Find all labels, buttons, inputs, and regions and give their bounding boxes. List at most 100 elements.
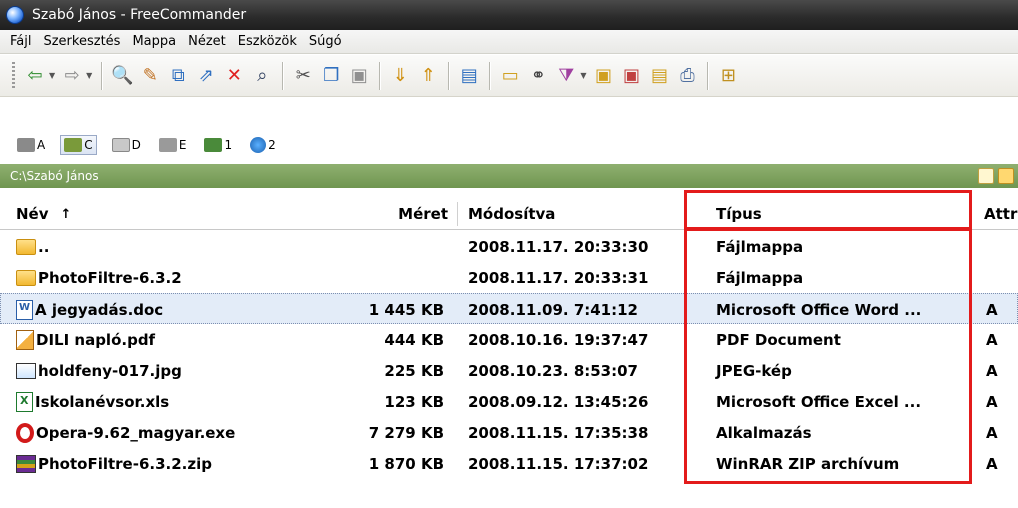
column-size-label: Méret xyxy=(398,205,448,223)
back-dropdown-icon[interactable]: ▼ xyxy=(49,71,55,80)
file-size: 444 KB xyxy=(384,330,444,349)
file-name: PhotoFiltre-6.3.2.zip xyxy=(38,454,212,473)
filter-dropdown-icon[interactable]: ▼ xyxy=(580,71,586,80)
file-name: .. xyxy=(38,237,50,256)
drive-letter: D xyxy=(131,138,141,152)
forward-arrow-icon[interactable]: ⇨ xyxy=(59,63,85,89)
column-attr[interactable]: Attr xyxy=(984,198,1017,230)
excel-icon xyxy=(16,391,33,412)
favorite-folder-icon[interactable]: ▣ xyxy=(590,63,616,89)
unpack-icon[interactable]: ⇑ xyxy=(415,63,441,89)
drive-a-button[interactable]: A xyxy=(14,136,48,154)
folder-size-icon[interactable]: ▣ xyxy=(618,63,644,89)
floppy-drive-icon xyxy=(17,138,35,152)
pack-icon[interactable]: ⇓ xyxy=(387,63,413,89)
file-attr: A xyxy=(986,300,998,319)
toolbar: ⇦ ▼ ⇨ ▼ 🔍 ✎ ⧉ ⇗ ✕ ⌕ ✂ ❐ ▣ ⇓ ⇑ ▤ ▭ ⚭ ⧩ ▼ … xyxy=(0,55,1018,97)
drive-e-button[interactable]: E xyxy=(156,136,190,154)
new-file-icon[interactable] xyxy=(978,168,994,184)
file-modified: 2008.11.15. 17:37:02 xyxy=(468,454,649,473)
file-name: holdfeny-017.jpg xyxy=(38,361,182,380)
file-attr: A xyxy=(986,423,998,442)
view-file-icon[interactable]: 🔍 xyxy=(109,63,135,89)
folder-up-icon[interactable] xyxy=(998,168,1014,184)
drive-letter: 2 xyxy=(268,138,276,152)
opera-icon xyxy=(16,422,34,443)
file-size: 1 445 KB xyxy=(368,300,444,319)
menu-tools[interactable]: Eszközök xyxy=(232,34,303,49)
column-name[interactable]: Név ↑ xyxy=(16,198,71,230)
toolbar-separator xyxy=(489,61,491,90)
new-folder-icon[interactable]: ▭ xyxy=(497,63,523,89)
file-name: A jegyadás.doc xyxy=(35,300,164,319)
menu-view[interactable]: Nézet xyxy=(182,34,232,49)
file-size xyxy=(380,262,444,293)
drive-c-button[interactable]: C xyxy=(60,135,97,155)
filter-icon[interactable]: ⧩ xyxy=(553,63,579,89)
file-name: PhotoFiltre-6.3.2 xyxy=(38,268,182,287)
network-drive-icon xyxy=(204,138,223,152)
folder-list-icon[interactable]: ▤ xyxy=(646,63,672,89)
drive-letter: 1 xyxy=(224,138,233,152)
file-size xyxy=(380,231,444,262)
freecommander-app-icon xyxy=(6,6,24,24)
hard-drive-icon xyxy=(64,138,83,152)
file-attr: A xyxy=(986,392,998,411)
drive-letter: C xyxy=(84,138,93,152)
file-modified: 2008.11.17. 20:33:30 xyxy=(468,237,649,256)
menu-file[interactable]: Fájl xyxy=(4,34,37,49)
highlight-box-type-header xyxy=(684,190,972,230)
network-drive-1-button[interactable]: 1 xyxy=(201,136,235,154)
copy-file-icon[interactable]: ⧉ xyxy=(165,63,191,89)
paste-icon[interactable]: ▣ xyxy=(346,63,372,89)
drive-letter: E xyxy=(178,138,187,152)
delete-icon[interactable]: ✕ xyxy=(221,63,247,89)
back-arrow-icon[interactable]: ⇦ xyxy=(22,63,48,89)
toolbar-separator xyxy=(101,61,103,90)
folder-icon xyxy=(16,269,36,286)
menu-folder[interactable]: Mappa xyxy=(126,34,182,49)
menu-edit[interactable]: Szerkesztés xyxy=(37,34,126,49)
cd-drive-icon xyxy=(111,138,130,152)
file-size: 123 KB xyxy=(384,392,444,411)
copy-icon[interactable]: ❐ xyxy=(318,63,344,89)
path-bar-buttons xyxy=(978,168,1014,184)
highlight-box-type-column xyxy=(684,228,972,484)
toolbar-grip[interactable] xyxy=(12,61,15,90)
drive-d-button[interactable]: D xyxy=(109,136,144,154)
file-size: 1 870 KB xyxy=(368,454,444,473)
toolbar-separator xyxy=(707,61,709,90)
column-attr-label: Attr xyxy=(984,205,1018,223)
path-bar[interactable]: C:\Szabó János xyxy=(0,164,1018,188)
ftp-icon xyxy=(250,137,267,153)
tree-view-icon[interactable]: ⊞ xyxy=(715,63,741,89)
cut-icon[interactable]: ✂ xyxy=(290,63,316,89)
file-modified: 2008.11.15. 17:35:38 xyxy=(468,423,649,442)
file-attr: A xyxy=(986,330,998,349)
print-icon[interactable]: ⎙ xyxy=(674,63,700,89)
edit-file-icon[interactable]: ✎ xyxy=(137,63,163,89)
word-doc-icon xyxy=(16,299,33,320)
compare-icon[interactable]: ▤ xyxy=(456,63,482,89)
search-binoculars-icon[interactable]: ⚭ xyxy=(525,63,551,89)
menu-bar: Fájl Szerkesztés Mappa Nézet Eszközök Sú… xyxy=(0,30,1018,54)
menu-help[interactable]: Súgó xyxy=(303,34,348,49)
find-file-icon[interactable]: ⌕ xyxy=(249,63,275,89)
column-name-label: Név xyxy=(16,205,49,223)
move-file-icon[interactable]: ⇗ xyxy=(193,63,219,89)
forward-dropdown-icon[interactable]: ▼ xyxy=(86,71,92,80)
current-path: C:\Szabó János xyxy=(10,169,99,183)
column-divider[interactable] xyxy=(457,202,458,226)
toolbar-separator xyxy=(282,61,284,90)
file-name: DILI napló.pdf xyxy=(36,330,156,349)
column-size[interactable]: Méret xyxy=(380,198,448,230)
ftp-2-button[interactable]: 2 xyxy=(247,135,279,155)
file-modified: 2008.09.12. 13:45:26 xyxy=(468,392,649,411)
column-modified-label: Módosítva xyxy=(468,205,556,223)
file-modified: 2008.11.17. 20:33:31 xyxy=(468,268,649,287)
file-size: 225 KB xyxy=(384,361,444,380)
image-icon xyxy=(16,362,36,379)
file-modified: 2008.11.09. 7:41:12 xyxy=(468,300,638,319)
file-size: 7 279 KB xyxy=(368,423,444,442)
column-modified[interactable]: Módosítva xyxy=(468,198,555,230)
